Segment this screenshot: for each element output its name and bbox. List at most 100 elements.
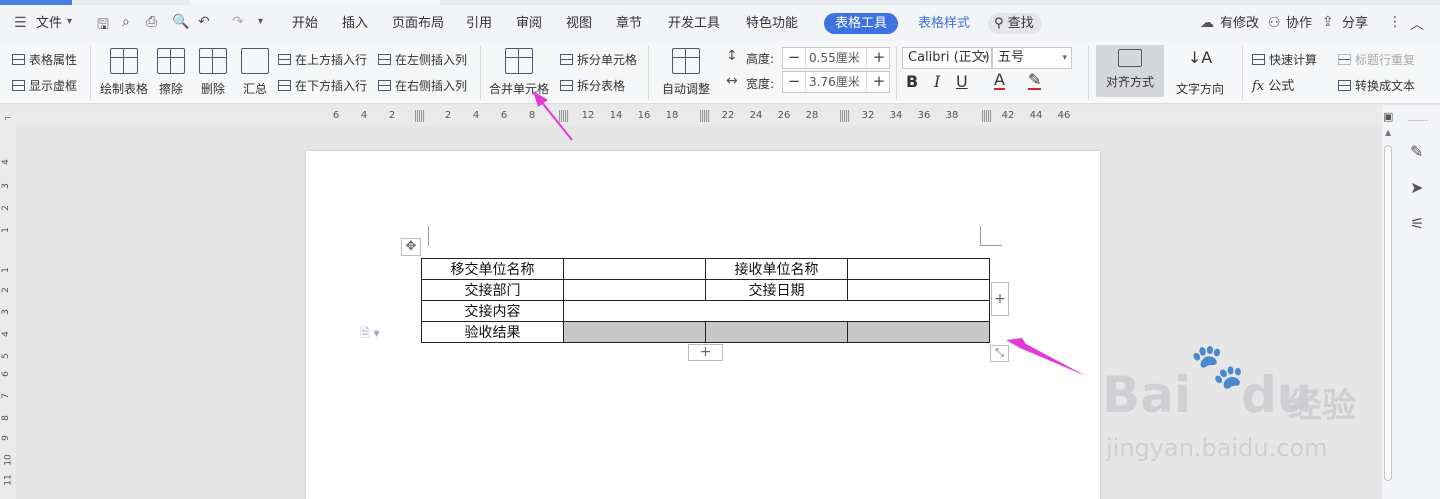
table-cell-merged[interactable] [563, 300, 990, 322]
quick-calc-button[interactable]: 快速计算 [1252, 51, 1317, 68]
tab-chapter[interactable]: 章节 [616, 5, 642, 42]
table-cell[interactable]: 交接内容 [421, 300, 564, 322]
print-icon[interactable]: ⎙ [146, 14, 157, 30]
resize-table-icon[interactable]: ⤡ [990, 345, 1009, 362]
tab-table-style[interactable]: 表格样式 [918, 5, 970, 42]
add-row-button[interactable]: + [688, 344, 723, 361]
tab-special[interactable]: 特色功能 [746, 5, 798, 42]
horizontal-ruler[interactable]: ⌐ 6 4 2 2 4 6 8 12 14 16 18 22 24 26 28 32 34 36 38 42 44 46 [0, 105, 1400, 125]
ruler-column-marker[interactable] [415, 110, 425, 122]
table-cell[interactable]: 接收单位名称 [705, 258, 848, 280]
split-cells-button[interactable]: 拆分单元格 [560, 51, 637, 68]
table-cell[interactable]: 交接日期 [705, 279, 848, 301]
more-options-icon[interactable]: ⋮ [1388, 14, 1402, 30]
vertical-scrollbar[interactable] [1384, 145, 1392, 481]
file-menu[interactable]: 文件 [36, 5, 62, 42]
bold-icon[interactable]: B [906, 72, 918, 91]
redo-icon[interactable]: ↷ [232, 14, 244, 30]
vruler-tick-label: 9 [0, 435, 11, 441]
table-cell[interactable] [847, 279, 990, 301]
save-icon[interactable]: 🖫 [97, 14, 109, 38]
summary-button[interactable]: 汇总 [240, 48, 270, 97]
vruler-tick-label: 1 [0, 267, 11, 273]
increase-height-button[interactable]: + [868, 48, 890, 68]
insert-col-left-button[interactable]: 在左侧插入列 [378, 51, 467, 68]
settings-sliders-icon[interactable]: ⚟ [1410, 214, 1424, 233]
formula-button[interactable]: fx 公式 [1252, 75, 1294, 94]
table-cell[interactable]: 验收结果 [421, 321, 564, 343]
tab-stop-icon[interactable]: ⌐ [4, 114, 12, 124]
vruler-tick-label: 8 [0, 415, 11, 421]
underline-icon[interactable]: U [956, 72, 968, 91]
tab-review[interactable]: 审阅 [516, 5, 542, 42]
print-preview-icon[interactable]: 🔍 [172, 14, 189, 30]
table-move-icon[interactable]: ✥ [401, 238, 421, 256]
ruler-column-marker[interactable] [840, 110, 850, 122]
insert-row-above-button[interactable]: 在上方插入行 [278, 51, 367, 68]
tab-references[interactable]: 引用 [466, 5, 492, 42]
vertical-ruler[interactable]: 4 3 2 1 1 2 3 4 5 6 7 8 9 10 11 [0, 125, 16, 499]
format-painter-icon[interactable]: ⌕ [122, 14, 130, 30]
convert-to-text-button[interactable]: 转换成文本 [1338, 77, 1415, 94]
collapse-ribbon-icon[interactable]: ︿ [1410, 14, 1424, 34]
share-button[interactable]: 分享 [1342, 5, 1368, 42]
ruler-column-marker[interactable] [700, 110, 710, 122]
increase-width-button[interactable]: + [868, 72, 890, 92]
auto-adjust-button[interactable]: 自动调整 [656, 48, 716, 97]
add-column-button[interactable]: + [991, 282, 1009, 316]
ruler-tick-label: 14 [609, 110, 623, 121]
table-cell[interactable] [563, 279, 706, 301]
tab-table-tools[interactable]: 表格工具 [824, 13, 898, 34]
insert-col-right-button[interactable]: 在右侧插入列 [378, 77, 467, 94]
table-cell-selected[interactable] [705, 321, 848, 343]
scroll-up-icon[interactable]: ▲ [1385, 128, 1391, 137]
insert-row-below-button[interactable]: 在下方插入行 [278, 77, 367, 94]
decrease-height-button[interactable]: − [783, 48, 805, 68]
modified-status[interactable]: 有修改 [1220, 5, 1259, 42]
ruler-column-marker[interactable] [559, 110, 569, 122]
show-gridlines-button[interactable]: 显示虚框 [12, 77, 77, 94]
table-properties-button[interactable]: 表格属性 [12, 51, 77, 68]
undo-icon[interactable]: ↶ [198, 14, 210, 30]
tab-page-layout[interactable]: 页面布局 [392, 5, 444, 42]
split-table-button[interactable]: 拆分表格 [560, 77, 625, 94]
select-cursor-icon[interactable]: ➤ [1410, 178, 1423, 197]
font-color-icon[interactable]: A [994, 72, 1005, 90]
decrease-width-button[interactable]: − [783, 72, 805, 92]
table-cell[interactable] [847, 258, 990, 280]
tab-view[interactable]: 视图 [566, 5, 592, 42]
collab-button[interactable]: 协作 [1286, 5, 1312, 42]
table-cell-selected[interactable] [563, 321, 706, 343]
edit-pen-icon[interactable]: ✎ [1410, 142, 1423, 161]
draw-table-button[interactable]: 绘制表格 [98, 48, 150, 97]
ruler-column-marker[interactable] [982, 110, 992, 122]
document-table[interactable]: 移交单位名称 接收单位名称 交接部门 交接日期 交接内容 验收结果 [421, 258, 990, 343]
highlight-icon[interactable]: ✎ [1028, 72, 1042, 90]
table-cell[interactable] [563, 258, 706, 280]
erase-button[interactable]: 擦除 [156, 48, 186, 97]
width-stepper[interactable]: − 3.76厘米 + [782, 71, 890, 93]
italic-icon[interactable]: I [934, 72, 940, 91]
table-cell[interactable]: 移交单位名称 [421, 258, 564, 280]
delete-button[interactable]: 删除 [194, 48, 232, 97]
quick-access-dropdown-icon[interactable]: ▾ [258, 16, 263, 27]
width-value[interactable]: 3.76厘米 [805, 72, 867, 92]
align-button[interactable]: 对齐方式 [1096, 45, 1164, 97]
tab-developer[interactable]: 开发工具 [668, 5, 720, 42]
chevron-down-icon[interactable]: ▾ [67, 16, 72, 27]
font-name-select[interactable]: Calibri (正文) ▾ [902, 47, 992, 69]
height-value[interactable]: 0.55厘米 [805, 48, 867, 68]
search-button[interactable]: ⚲ 查找 [988, 13, 1042, 34]
text-direction-button[interactable]: ↓A 文字方向 [1170, 48, 1230, 97]
merge-cells-button[interactable]: 合并单元格 [486, 48, 552, 97]
ruler-toggle-icon[interactable]: ▣ [1383, 110, 1393, 123]
paragraph-options-icon[interactable]: 🗎 ▾ [360, 324, 380, 345]
tab-insert[interactable]: 插入 [342, 5, 368, 42]
repeat-header-button[interactable]: 标题行重复 [1338, 51, 1415, 68]
table-cell[interactable]: 交接部门 [421, 279, 564, 301]
font-size-select[interactable]: 五号 ▾ [992, 47, 1072, 69]
height-stepper[interactable]: − 0.55厘米 + [782, 47, 890, 69]
hamburger-menu-icon[interactable]: ☰ [14, 15, 27, 31]
tab-home[interactable]: 开始 [292, 5, 318, 42]
table-cell-selected[interactable] [847, 321, 990, 343]
